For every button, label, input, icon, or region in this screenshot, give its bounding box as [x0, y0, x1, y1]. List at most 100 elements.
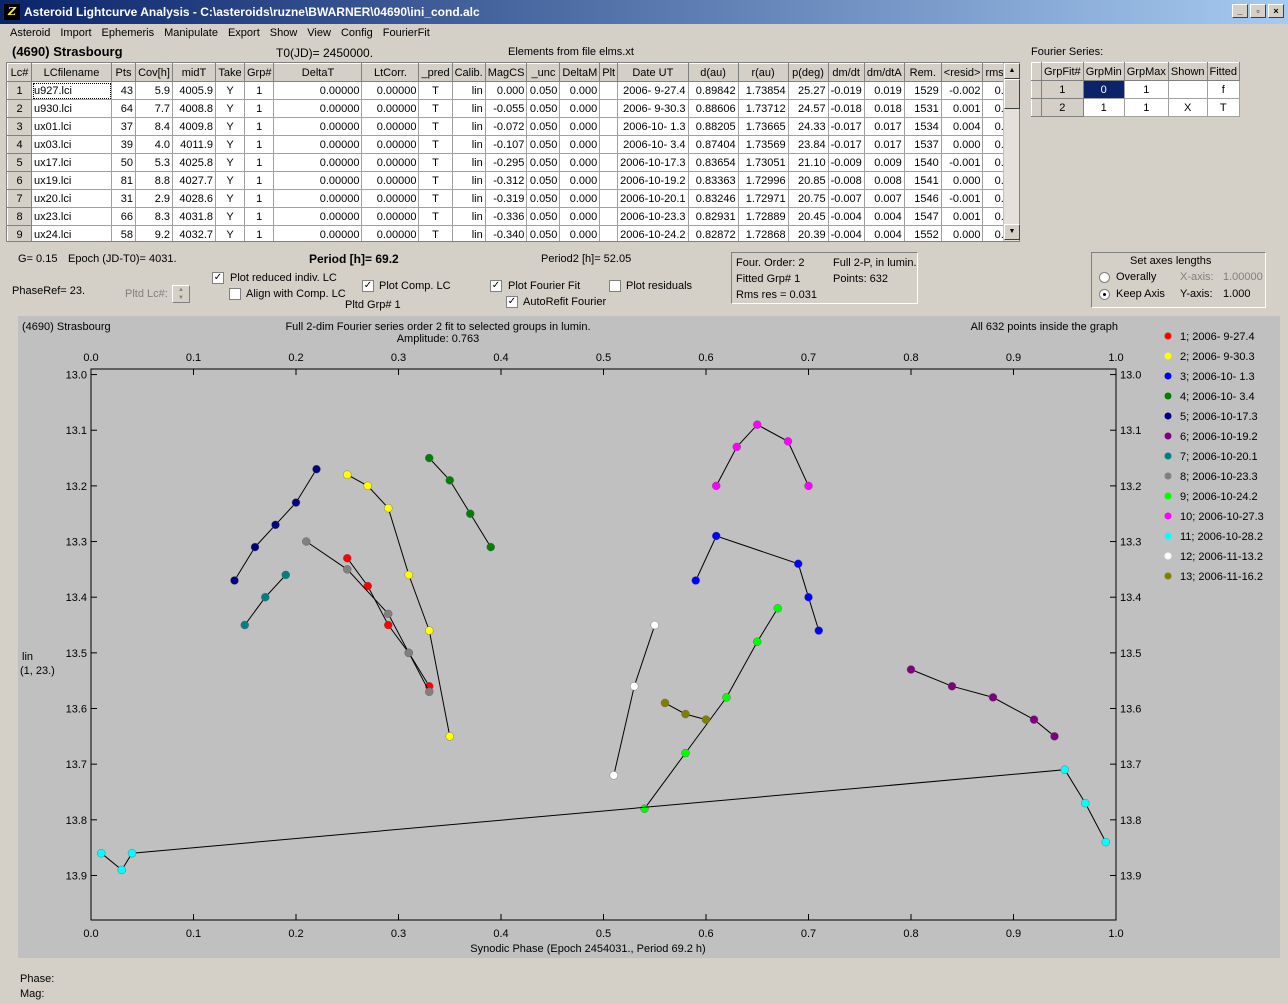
table-cell[interactable]: 0.050: [526, 207, 561, 226]
table-cell[interactable]: 0.017: [863, 117, 905, 136]
table-cell[interactable]: 0.000: [559, 207, 601, 226]
table-cell[interactable]: 1531: [903, 99, 942, 118]
col-header[interactable]: r(au): [737, 63, 789, 82]
table-cell[interactable]: ux17.lci: [31, 153, 112, 172]
menu-manipulate[interactable]: Manipulate: [159, 24, 223, 42]
table-cell[interactable]: 2006-10-19.2: [617, 171, 689, 190]
table-cell[interactable]: 0.000: [559, 99, 601, 118]
table-cell[interactable]: 1552: [903, 225, 942, 241]
table-cell[interactable]: 2006-10-23.3: [617, 207, 689, 226]
col-header[interactable]: midT: [172, 63, 216, 82]
col-header[interactable]: DeltaM: [559, 63, 601, 82]
table-cell[interactable]: 20.75: [787, 189, 829, 208]
table-cell[interactable]: -0.008: [827, 171, 865, 190]
table-cell[interactable]: -0.295: [484, 153, 528, 172]
table-cell[interactable]: 1.73665: [737, 117, 789, 136]
table-cell[interactable]: 0.00000: [361, 171, 420, 190]
fs-row-selector[interactable]: [1031, 98, 1042, 117]
table-cell[interactable]: 0.001: [940, 207, 984, 226]
table-cell[interactable]: T: [418, 135, 453, 154]
table-cell[interactable]: -0.017: [827, 117, 865, 136]
table-cell[interactable]: 1: [243, 81, 275, 100]
table-cell[interactable]: [599, 81, 619, 100]
table-cell[interactable]: -0.019: [827, 81, 865, 100]
plot-fourier-checkbox[interactable]: ✓: [490, 280, 502, 292]
table-cell[interactable]: 1540: [903, 153, 942, 172]
row-number[interactable]: 5: [7, 153, 32, 172]
menu-view[interactable]: View: [302, 24, 336, 42]
table-cell[interactable]: [599, 171, 619, 190]
table-row[interactable]: 8 ux23.lci 66 8.3 4031.8 Y 1 0.00000 0.00000 Tlin…: [7, 207, 1019, 226]
table-cell[interactable]: -0.017: [827, 135, 865, 154]
phaseref-value[interactable]: PhaseRef= 23.: [12, 285, 85, 297]
table-cell[interactable]: 0.000: [559, 225, 601, 241]
menu-import[interactable]: Import: [55, 24, 96, 42]
table-cell[interactable]: lin: [451, 189, 486, 208]
table-cell[interactable]: 1541: [903, 171, 942, 190]
table-cell[interactable]: 0.000: [484, 81, 528, 100]
menu-config[interactable]: Config: [336, 24, 378, 42]
table-cell[interactable]: 8.8: [135, 171, 173, 190]
col-header[interactable]: Cov[h]: [135, 63, 173, 82]
table-cell[interactable]: ux19.lci: [31, 171, 112, 190]
row-number[interactable]: 2: [7, 99, 32, 118]
table-cell[interactable]: 4.0: [135, 135, 173, 154]
table-cell[interactable]: 43: [111, 81, 136, 100]
table-cell[interactable]: 0.82872: [687, 225, 739, 241]
table-cell[interactable]: [599, 153, 619, 172]
table-cell[interactable]: 4028.6: [172, 189, 216, 208]
table-cell[interactable]: -0.002: [940, 81, 984, 100]
table-cell[interactable]: T: [418, 81, 453, 100]
table-cell[interactable]: 1: [243, 153, 275, 172]
table-cell[interactable]: [599, 135, 619, 154]
table-cell[interactable]: 0.00000: [361, 189, 420, 208]
menu-ephemeris[interactable]: Ephemeris: [97, 24, 160, 42]
col-header[interactable]: <resid>: [940, 63, 984, 82]
table-cell[interactable]: -0.072: [484, 117, 528, 136]
table-cell[interactable]: 64: [111, 99, 136, 118]
fs-row[interactable]: 101 f: [1031, 80, 1241, 99]
table-scrollbar[interactable]: ▲ ▼: [1003, 63, 1020, 241]
col-header[interactable]: Calib.: [451, 63, 486, 82]
table-cell[interactable]: 0.000: [559, 117, 601, 136]
fs-cell[interactable]: [1167, 80, 1208, 99]
table-cell[interactable]: 0.00000: [361, 207, 420, 226]
table-cell[interactable]: 0.001: [940, 99, 984, 118]
table-cell[interactable]: -0.055: [484, 99, 528, 118]
table-row[interactable]: 2 u930.lci 64 7.7 4008.8 Y 1 0.00000 0.00000 Tlin…: [7, 99, 1019, 118]
table-cell[interactable]: 0.000: [559, 81, 601, 100]
fs-row[interactable]: 211XT: [1031, 98, 1241, 117]
table-cell[interactable]: 0.82931: [687, 207, 739, 226]
table-cell[interactable]: Y: [215, 189, 245, 208]
table-cell[interactable]: Y: [215, 153, 245, 172]
table-cell[interactable]: Y: [215, 99, 245, 118]
fs-cell[interactable]: 1: [1082, 98, 1125, 117]
table-cell[interactable]: 81: [111, 171, 136, 190]
table-cell[interactable]: Y: [215, 117, 245, 136]
table-cell[interactable]: u930.lci: [31, 99, 112, 118]
table-cell[interactable]: 0.88205: [687, 117, 739, 136]
table-cell[interactable]: 1: [243, 225, 275, 241]
table-cell[interactable]: 1537: [903, 135, 942, 154]
table-cell[interactable]: -0.312: [484, 171, 528, 190]
table-cell[interactable]: 0.87404: [687, 135, 739, 154]
col-header[interactable]: Rem.: [903, 63, 942, 82]
table-cell[interactable]: 2006-10-24.2: [617, 225, 689, 241]
table-cell[interactable]: 1.72868: [737, 225, 789, 241]
table-cell[interactable]: 25.27: [787, 81, 829, 100]
table-cell[interactable]: 4009.8: [172, 117, 216, 136]
table-cell[interactable]: 0.000: [559, 135, 601, 154]
table-cell[interactable]: 0.00000: [273, 171, 363, 190]
table-cell[interactable]: 0.008: [863, 171, 905, 190]
fs-cell[interactable]: 1: [1123, 80, 1169, 99]
table-cell[interactable]: 1529: [903, 81, 942, 100]
table-cell[interactable]: lin: [451, 171, 486, 190]
table-cell[interactable]: lin: [451, 99, 486, 118]
table-cell[interactable]: -0.004: [827, 225, 865, 241]
table-cell[interactable]: 20.45: [787, 207, 829, 226]
plot-residuals-checkbox[interactable]: [609, 280, 621, 292]
table-cell[interactable]: 0.00000: [361, 99, 420, 118]
fs-row-selector[interactable]: [1031, 80, 1042, 99]
table-cell[interactable]: 0.00000: [273, 135, 363, 154]
table-cell[interactable]: 0.000: [940, 171, 984, 190]
